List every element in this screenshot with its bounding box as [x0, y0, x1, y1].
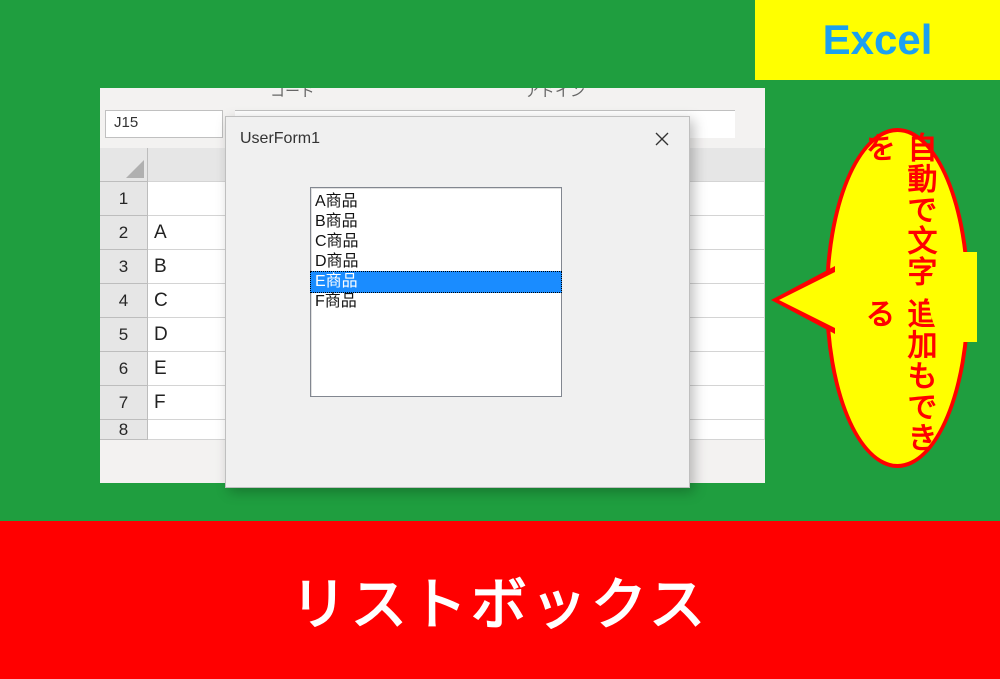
userform-dialog: UserForm1 A商品 B商品 C商品 D商品 E商品 F商品 — [225, 116, 690, 488]
ribbon-label-addin: アドイン — [525, 88, 585, 101]
row-header[interactable]: 8 — [100, 420, 148, 440]
titlebar[interactable]: UserForm1 — [226, 117, 689, 161]
row-header[interactable]: 2 — [100, 216, 148, 250]
slide-canvas: Excel コード アドイン J15 1 2 A — [0, 0, 1000, 679]
list-item[interactable]: F商品 — [311, 292, 561, 312]
ribbon-label-code: コード — [270, 88, 315, 101]
list-item-selected[interactable]: E商品 — [310, 271, 562, 293]
select-all-corner[interactable] — [100, 148, 148, 182]
row-header[interactable]: 7 — [100, 386, 148, 420]
dialog-title: UserForm1 — [240, 130, 639, 148]
row-header[interactable]: 5 — [100, 318, 148, 352]
select-all-icon — [126, 160, 144, 178]
close-icon — [655, 132, 669, 146]
bubble-line1: 自動で文字を — [856, 132, 940, 298]
banner-title: リストボックス — [291, 560, 709, 641]
row-header[interactable]: 3 — [100, 250, 148, 284]
row-header[interactable]: 4 — [100, 284, 148, 318]
list-item[interactable]: C商品 — [311, 232, 561, 252]
list-item[interactable]: B商品 — [311, 212, 561, 232]
close-button[interactable] — [639, 123, 685, 155]
bubble-text: 自動で文字を 追加もできる — [856, 132, 940, 464]
row-header[interactable]: 6 — [100, 352, 148, 386]
bubble-line2: 追加もできる — [856, 298, 940, 464]
excel-badge-label: Excel — [823, 16, 933, 64]
list-item[interactable]: A商品 — [311, 192, 561, 212]
bubble-tail — [779, 272, 835, 328]
listbox[interactable]: A商品 B商品 C商品 D商品 E商品 F商品 — [310, 187, 562, 397]
list-item[interactable]: D商品 — [311, 252, 561, 272]
bottom-banner: リストボックス — [0, 521, 1000, 679]
excel-badge: Excel — [755, 0, 1000, 80]
ribbon-fragment: コード アドイン — [100, 88, 765, 102]
row-header[interactable]: 1 — [100, 182, 148, 216]
bubble-tail-mask — [929, 252, 977, 342]
name-box[interactable]: J15 — [105, 110, 223, 138]
